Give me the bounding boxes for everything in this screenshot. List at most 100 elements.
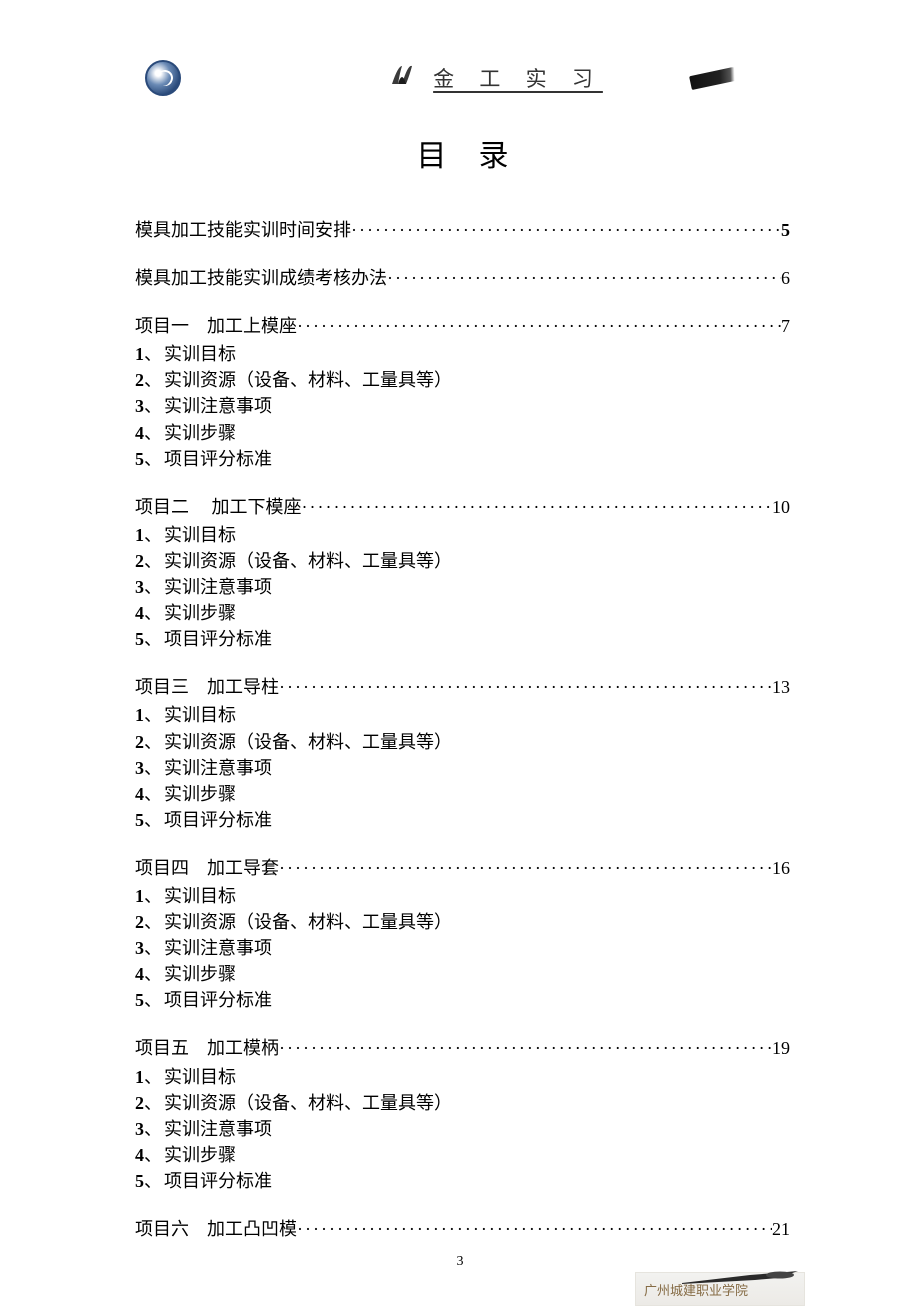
toc-subitem: 3、实训注意事项 (135, 393, 790, 419)
page-number: 3 (457, 1254, 464, 1270)
subitem-text: 实训步骤 (164, 781, 236, 807)
subitem-number: 3 (135, 1116, 144, 1142)
subitem-separator: 、 (144, 446, 162, 472)
toc-subitems: 1、实训目标2、实训资源（设备、材料、工量具等）3、实训注意事项4、实训步骤5、… (135, 702, 790, 832)
toc-entry: 模具加工技能实训成绩考核办法 6 (135, 265, 790, 291)
subitem-text: 实训注意事项 (164, 935, 272, 961)
toc-leader (279, 1035, 772, 1061)
toc-label: 项目三 加工导柱 (135, 674, 279, 700)
subitem-separator: 、 (144, 420, 162, 446)
subitem-separator: 、 (144, 909, 162, 935)
subitem-text: 项目评分标准 (164, 807, 272, 833)
brush-icon (388, 60, 418, 96)
subitem-text: 项目评分标准 (164, 1168, 272, 1194)
subitem-separator: 、 (144, 755, 162, 781)
toc-subitem: 5、项目评分标准 (135, 446, 790, 472)
subitem-separator: 、 (144, 600, 162, 626)
toc-project: 项目三 加工导柱131、实训目标2、实训资源（设备、材料、工量具等）3、实训注意… (135, 674, 790, 833)
logo-icon (145, 60, 181, 96)
toc-page: 7 (781, 313, 790, 339)
toc-subitem: 2、实训资源（设备、材料、工量具等） (135, 367, 790, 393)
toc-entry: 项目二 加工下模座10 (135, 494, 790, 520)
subitem-text: 项目评分标准 (164, 446, 272, 472)
subitem-separator: 、 (144, 393, 162, 419)
subitem-text: 实训注意事项 (164, 574, 272, 600)
subitem-separator: 、 (144, 729, 162, 755)
subitem-number: 5 (135, 807, 144, 833)
subitem-text: 实训目标 (164, 522, 236, 548)
footer-watermark: 广州城建职业学院 (635, 1272, 805, 1306)
subitem-text: 实训目标 (164, 341, 236, 367)
toc-entry: 模具加工技能实训时间安排 5 (135, 217, 790, 243)
toc-subitem: 5、项目评分标准 (135, 1168, 790, 1194)
subitem-text: 实训注意事项 (164, 755, 272, 781)
toc-page: 5 (781, 217, 790, 243)
subitem-number: 5 (135, 1168, 144, 1194)
toc-subitem: 4、实训步骤 (135, 600, 790, 626)
subitem-text: 实训步骤 (164, 961, 236, 987)
toc-leader (302, 494, 773, 520)
toc-project: 项目二 加工下模座101、实训目标2、实训资源（设备、材料、工量具等）3、实训注… (135, 494, 790, 653)
toc-page: 19 (772, 1035, 790, 1061)
toc-subitem: 2、实训资源（设备、材料、工量具等） (135, 909, 790, 935)
subitem-number: 3 (135, 935, 144, 961)
toc-page: 21 (772, 1216, 790, 1242)
subitem-separator: 、 (144, 935, 162, 961)
subitem-number: 4 (135, 420, 144, 446)
subitem-text: 实训资源（设备、材料、工量具等） (164, 909, 452, 935)
toc-page: 10 (772, 494, 790, 520)
subitem-text: 实训资源（设备、材料、工量具等） (164, 548, 452, 574)
subitem-separator: 、 (144, 961, 162, 987)
subitem-separator: 、 (144, 367, 162, 393)
subitem-number: 5 (135, 446, 144, 472)
subitem-separator: 、 (144, 807, 162, 833)
toc-subitem: 4、实训步骤 (135, 781, 790, 807)
toc-leader (279, 855, 772, 881)
toc-leader (387, 265, 781, 291)
subitem-text: 实训步骤 (164, 1142, 236, 1168)
toc-project: 项目四 加工导套161、实训目标2、实训资源（设备、材料、工量具等）3、实训注意… (135, 855, 790, 1014)
toc-label: 项目一 加工上模座 (135, 313, 297, 339)
pen-icon (689, 66, 741, 90)
toc-subitem: 2、实训资源（设备、材料、工量具等） (135, 1090, 790, 1116)
toc-page: 6 (781, 265, 790, 291)
toc-subitem: 5、项目评分标准 (135, 807, 790, 833)
toc-subitem: 1、实训目标 (135, 522, 790, 548)
toc-entry: 项目五 加工模柄 19 (135, 1035, 790, 1061)
subitem-separator: 、 (144, 987, 162, 1013)
subitem-number: 2 (135, 1090, 144, 1116)
toc-leader (351, 217, 781, 243)
document-header: 金 工 实 习 (135, 60, 790, 96)
subitem-number: 5 (135, 987, 144, 1013)
header-title: 金 工 实 习 (433, 63, 603, 93)
subitem-number: 1 (135, 522, 144, 548)
subitem-text: 实训目标 (164, 1064, 236, 1090)
subitem-text: 实训注意事项 (164, 1116, 272, 1142)
toc-subitems: 1、实训目标2、实训资源（设备、材料、工量具等）3、实训注意事项4、实训步骤5、… (135, 341, 790, 471)
subitem-number: 3 (135, 755, 144, 781)
subitem-text: 项目评分标准 (164, 626, 272, 652)
toc-entry: 项目一 加工上模座 7 (135, 313, 790, 339)
toc-label: 模具加工技能实训时间安排 (135, 217, 351, 243)
subitem-separator: 、 (144, 574, 162, 600)
toc-subitem: 1、实训目标 (135, 883, 790, 909)
subitem-text: 实训目标 (164, 702, 236, 728)
toc-subitem: 3、实训注意事项 (135, 574, 790, 600)
toc-title: 目录 (135, 131, 790, 175)
subitem-separator: 、 (144, 781, 162, 807)
subitem-text: 实训步骤 (164, 420, 236, 446)
toc-project: 项目一 加工上模座71、实训目标2、实训资源（设备、材料、工量具等）3、实训注意… (135, 313, 790, 472)
toc-entry: 项目四 加工导套16 (135, 855, 790, 881)
toc-subitem: 3、实训注意事项 (135, 755, 790, 781)
subitem-text: 实训资源（设备、材料、工量具等） (164, 367, 452, 393)
toc-subitem: 1、实训目标 (135, 702, 790, 728)
toc-subitems: 1、实训目标2、实训资源（设备、材料、工量具等）3、实训注意事项4、实训步骤5、… (135, 883, 790, 1013)
subitem-separator: 、 (144, 1168, 162, 1194)
subitem-number: 2 (135, 909, 144, 935)
subitem-number: 4 (135, 1142, 144, 1168)
subitem-number: 2 (135, 729, 144, 755)
toc-label: 项目五 加工模柄 (135, 1035, 279, 1061)
toc-subitem: 3、实训注意事项 (135, 1116, 790, 1142)
toc-subitems: 1、实训目标2、实训资源（设备、材料、工量具等）3、实训注意事项4、实训步骤5、… (135, 1064, 790, 1194)
subitem-number: 4 (135, 781, 144, 807)
